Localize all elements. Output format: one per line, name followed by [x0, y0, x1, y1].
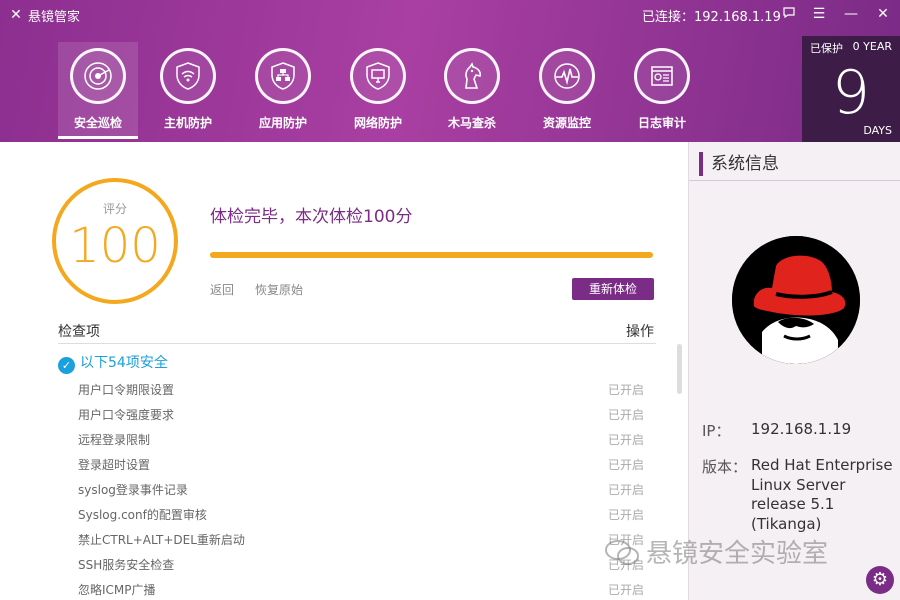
settings-gear-icon[interactable]: ⚙	[866, 566, 894, 594]
row-status: 已开启	[607, 483, 644, 497]
table-row: syslog登录事件记录 已开启	[78, 478, 644, 503]
wifi-shield-icon	[160, 48, 216, 104]
row-name: 用户口令期限设置	[78, 383, 175, 397]
table-row: SSH服务安全检查 已开启	[78, 553, 644, 578]
protected-days-count: 9	[831, 58, 871, 128]
wechat-icon	[605, 540, 639, 565]
row-status: 已开启	[607, 508, 644, 522]
row-name: 忽略ICMP广播	[78, 583, 156, 597]
version-label: 版本：	[702, 458, 748, 476]
version-value: Red Hat Enterprise Linux Server release …	[751, 456, 893, 533]
row-name: Syslog.conf的配置审核	[78, 508, 207, 522]
close-icon[interactable]: ✕	[872, 4, 894, 24]
connection-status: 已连接：192.168.1.19	[642, 10, 781, 25]
check-circle-icon: ✓	[58, 357, 75, 374]
nav-log-audit[interactable]: 日志审计	[622, 42, 702, 136]
score-ring: 评分 100	[52, 178, 178, 304]
nav-label: 应用防护	[258, 116, 307, 130]
nav-resource-monitor[interactable]: 资源监控	[527, 42, 607, 136]
list-scrollbar[interactable]	[677, 344, 682, 394]
row-name: syslog登录事件记录	[78, 483, 188, 497]
radar-icon	[70, 48, 126, 104]
scan-progress-fill	[210, 252, 653, 258]
minimize-icon[interactable]: —	[840, 4, 862, 24]
score-value: 100	[69, 218, 161, 274]
horse-icon	[444, 48, 500, 104]
row-status: 已开启	[607, 583, 644, 597]
days-unit: DAYS	[863, 124, 892, 137]
ip-label: IP：	[702, 422, 731, 440]
check-item-list: 用户口令期限设置 已开启 用户口令强度要求 已开启 远程登录限制 已开启 登录超时设置…	[78, 378, 644, 600]
row-status: 已开启	[607, 433, 644, 447]
watermark-text: 悬镜安全实验室	[646, 539, 829, 569]
recheck-button[interactable]: 重新体检	[572, 278, 654, 300]
back-link[interactable]: 返回	[210, 281, 234, 298]
main-panel: 评分 100 体检完毕，本次体检100分 返回 恢复原始 重新体检 检查项 操作…	[0, 142, 688, 600]
row-name: 禁止CTRL+ALT+DEL重新启动	[78, 533, 245, 547]
nav-security-inspection[interactable]: 安全巡检	[58, 42, 138, 139]
table-row: 禁止CTRL+ALT+DEL重新启动 已开启	[78, 528, 644, 553]
protected-years: 0 YEAR	[852, 40, 892, 53]
row-name: 远程登录限制	[78, 433, 151, 447]
nav-network-protection[interactable]: 网络防护	[338, 42, 418, 136]
feedback-icon[interactable]	[778, 4, 800, 24]
network-shield-icon	[255, 48, 311, 104]
system-info-panel: 系统信息 IP： 192.168.1.19 版本： Red Hat Enterp…	[688, 142, 900, 600]
app-title: 悬镜管家	[28, 10, 81, 25]
scan-progress-bar	[210, 252, 653, 258]
ip-value: 192.168.1.19	[751, 420, 852, 438]
divider	[689, 180, 900, 181]
row-name: 用户口令强度要求	[78, 408, 175, 422]
safe-group-header[interactable]: ✓ 以下54项安全	[58, 352, 168, 374]
table-row: 用户口令强度要求 已开启	[78, 403, 644, 428]
table-row: Syslog.conf的配置审核 已开启	[78, 503, 644, 528]
table-row: 远程登录限制 已开启	[78, 428, 644, 453]
score-label: 评分	[102, 202, 127, 216]
row-status: 已开启	[607, 383, 644, 397]
system-info-title: 系统信息	[699, 152, 779, 176]
nav-label: 木马查杀	[447, 116, 496, 130]
redhat-logo	[732, 236, 860, 364]
safe-group-label: 以下54项安全	[80, 355, 168, 371]
table-row: 忽略ICMP广播 已开启	[78, 578, 644, 600]
table-row: 用户口令期限设置 已开启	[78, 378, 644, 403]
nav-label: 网络防护	[353, 116, 402, 130]
monitor-shield-icon	[350, 48, 406, 104]
nav-label: 安全巡检	[73, 116, 122, 130]
menu-icon[interactable]: ☰	[808, 4, 830, 24]
log-icon	[634, 48, 690, 104]
table-row: 登录超时设置 已开启	[78, 453, 644, 478]
protection-days-panel: 已保护 0 YEAR 9 DAYS	[802, 36, 900, 142]
column-action: 操作	[626, 324, 654, 340]
header: ✕ 悬镜管家 已连接：192.168.1.19 ☰ — ✕ 安全巡检 主机防护 …	[0, 0, 900, 142]
row-status: 已开启	[607, 458, 644, 472]
scan-result-text: 体检完毕，本次体检100分	[210, 207, 413, 227]
row-name: 登录超时设置	[78, 458, 151, 472]
titlebar: ✕ 悬镜管家 已连接：192.168.1.19 ☰ — ✕	[0, 0, 900, 30]
column-check-item: 检查项	[58, 324, 100, 340]
nav-label: 日志审计	[637, 116, 686, 130]
nav-app-protection[interactable]: 应用防护	[243, 42, 323, 136]
pulse-icon	[539, 48, 595, 104]
nav-host-protection[interactable]: 主机防护	[148, 42, 228, 136]
protected-label: 已保护	[810, 42, 843, 55]
nav-label: 主机防护	[163, 116, 212, 130]
nav-label: 资源监控	[542, 116, 591, 130]
restore-link[interactable]: 恢复原始	[255, 281, 303, 298]
app-logo-icon: ✕	[10, 7, 22, 23]
table-header: 检查项 操作	[58, 318, 656, 344]
row-status: 已开启	[607, 408, 644, 422]
row-name: SSH服务安全检查	[78, 558, 175, 572]
nav-trojan-scan[interactable]: 木马查杀	[432, 42, 512, 136]
